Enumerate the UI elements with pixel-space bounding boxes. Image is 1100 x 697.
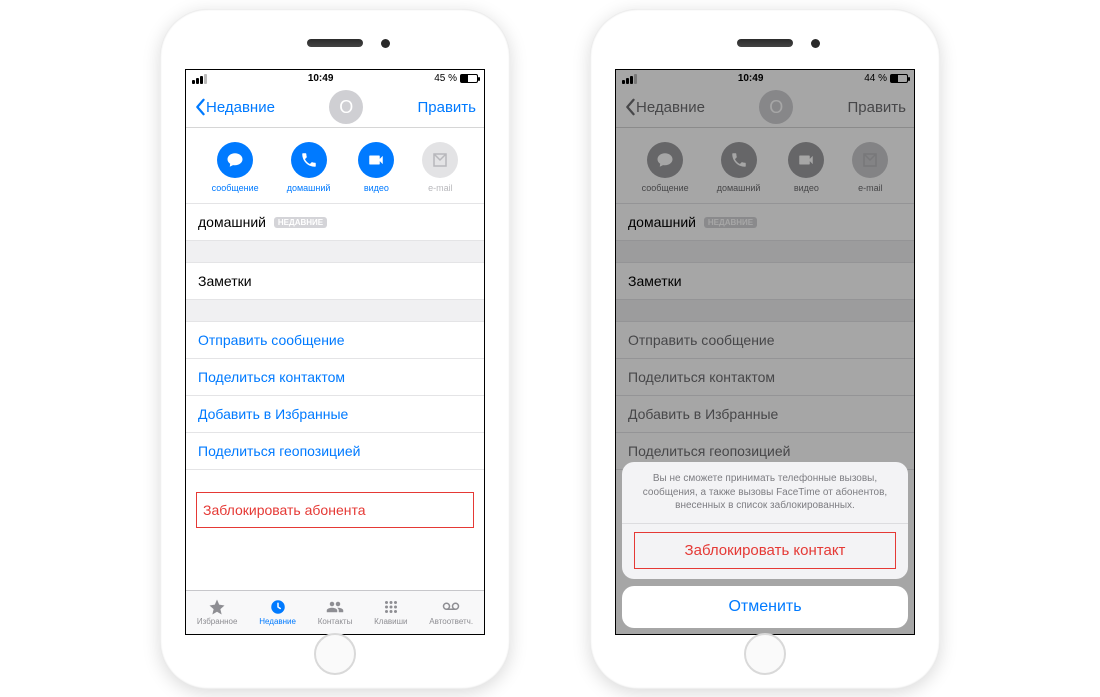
contact-detail-screen: 10:49 45 % Недавние O Править сообщение … xyxy=(185,69,485,635)
video-icon xyxy=(358,142,394,178)
contacts-icon xyxy=(324,598,346,616)
chevron-left-icon xyxy=(194,98,206,116)
phone-type-label: домашний xyxy=(198,214,266,230)
speaker xyxy=(307,39,363,47)
phone-mockup-left: 10:49 45 % Недавние O Править сообщение … xyxy=(160,9,510,689)
call-action[interactable]: домашний xyxy=(287,142,331,193)
speaker xyxy=(737,39,793,47)
battery-percent: 45 % xyxy=(434,73,457,84)
star-icon xyxy=(206,598,228,616)
action-row: сообщение домашний видео e-mail xyxy=(186,128,484,204)
video-action[interactable]: видео xyxy=(358,142,394,193)
mail-icon xyxy=(422,142,458,178)
action-sheet: Вы не сможете принимать телефонные вызов… xyxy=(622,462,908,628)
back-button[interactable]: Недавние xyxy=(194,98,275,116)
voicemail-icon xyxy=(440,598,462,616)
home-button[interactable] xyxy=(314,633,356,675)
block-confirm-screen: 10:49 44 % Недавние O Править сообщение … xyxy=(615,69,915,635)
avatar: O xyxy=(329,90,363,124)
tab-keypad[interactable]: Клавиши xyxy=(374,598,407,626)
tab-label: Автоответч. xyxy=(429,617,473,626)
phone-mockup-right: 10:49 44 % Недавние O Править сообщение … xyxy=(590,9,940,689)
recent-tag: НЕДАВНИЕ xyxy=(274,217,327,228)
call-label: домашний xyxy=(287,183,331,193)
notes-row[interactable]: Заметки xyxy=(186,263,484,300)
message-action[interactable]: сообщение xyxy=(212,142,259,193)
tab-label: Клавиши xyxy=(374,617,407,626)
cancel-button[interactable]: Отменить xyxy=(622,586,908,628)
status-time: 10:49 xyxy=(308,73,334,84)
tab-bar: Избранное Недавние Контакты Клавиши Авто… xyxy=(186,590,484,634)
sheet-main: Вы не сможете принимать телефонные вызов… xyxy=(622,462,908,579)
section-gap xyxy=(186,241,484,263)
signal-icon xyxy=(192,74,207,84)
front-camera xyxy=(381,39,390,48)
tab-favorites[interactable]: Избранное xyxy=(197,598,238,626)
block-contact-button[interactable]: Заблокировать контакт xyxy=(634,532,896,569)
tab-contacts[interactable]: Контакты xyxy=(318,598,353,626)
video-label: видео xyxy=(364,183,389,193)
back-label: Недавние xyxy=(206,99,275,116)
tab-label: Избранное xyxy=(197,617,238,626)
phone-icon xyxy=(291,142,327,178)
share-contact-row[interactable]: Поделиться контактом xyxy=(186,359,484,396)
battery-icon xyxy=(460,74,478,83)
front-camera xyxy=(811,39,820,48)
clock-icon xyxy=(267,598,289,616)
tab-voicemail[interactable]: Автоответч. xyxy=(429,598,473,626)
edit-button[interactable]: Править xyxy=(417,99,476,116)
keypad-icon xyxy=(380,598,402,616)
home-button[interactable] xyxy=(744,633,786,675)
phone-row[interactable]: домашний НЕДАВНИЕ xyxy=(186,204,484,241)
section-gap xyxy=(186,300,484,322)
sheet-description: Вы не сможете принимать телефонные вызов… xyxy=(622,462,908,524)
block-caller-row[interactable]: Заблокировать абонента xyxy=(196,492,474,528)
message-icon xyxy=(217,142,253,178)
mail-action: e-mail xyxy=(422,142,458,193)
add-favorite-row[interactable]: Добавить в Избранные xyxy=(186,396,484,433)
share-location-row[interactable]: Поделиться геопозицией xyxy=(186,433,484,470)
mail-label: e-mail xyxy=(428,183,453,193)
tab-recents[interactable]: Недавние xyxy=(259,598,296,626)
tab-label: Недавние xyxy=(259,617,296,626)
message-label: сообщение xyxy=(212,183,259,193)
send-message-row[interactable]: Отправить сообщение xyxy=(186,322,484,359)
nav-bar: Недавние O Править xyxy=(186,88,484,128)
notes-label: Заметки xyxy=(198,273,252,289)
tab-label: Контакты xyxy=(318,617,353,626)
status-bar: 10:49 45 % xyxy=(186,70,484,88)
